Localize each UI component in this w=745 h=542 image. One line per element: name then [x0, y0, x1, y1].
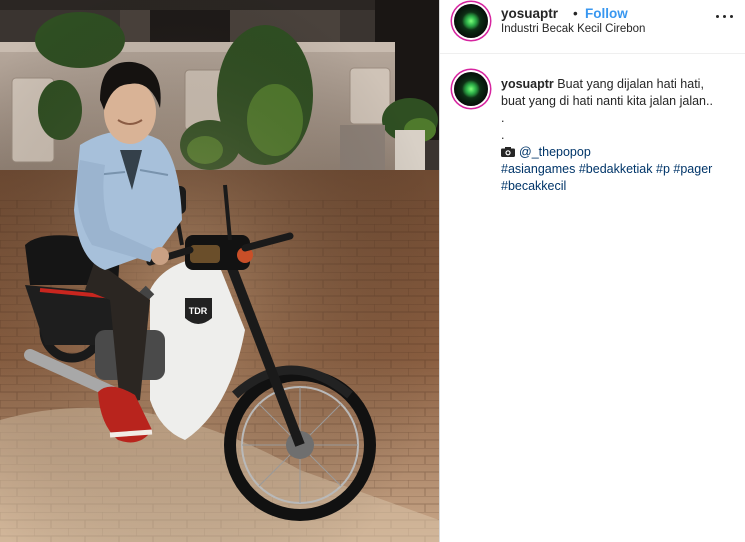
post-sidebar: yosuaptr • Follow Industri Becak Kecil C…: [439, 0, 745, 542]
post-header: yosuaptr • Follow Industri Becak Kecil C…: [440, 0, 745, 54]
avatar[interactable]: [454, 4, 488, 38]
hashtags-line-2: #becakkecil: [501, 178, 731, 195]
location-link[interactable]: Industri Becak Kecil Cirebon: [501, 23, 645, 35]
hashtag-link[interactable]: #bedakketiak: [579, 162, 653, 176]
caption-line-2: buat yang di hati nanti kita jalan jalan…: [501, 94, 713, 108]
avatar-image: [462, 80, 480, 98]
header-username-link[interactable]: yosuaptr: [501, 6, 558, 21]
more-options-icon[interactable]: [715, 10, 735, 24]
hashtags-line-1: #asiangames #bedakketiak #p #pager: [501, 161, 731, 178]
hashtag-link[interactable]: #p: [656, 162, 670, 176]
mention-link[interactable]: @_thepopop: [519, 145, 591, 159]
caption-dot-2: .: [501, 128, 505, 142]
tdr-badge: TDR: [189, 306, 208, 316]
hashtag-link[interactable]: #pager: [673, 162, 712, 176]
hashtag-link[interactable]: #asiangames: [501, 162, 575, 176]
follow-button[interactable]: Follow: [585, 6, 628, 21]
caption-dot-1: .: [501, 111, 505, 125]
avatar-image: [462, 12, 480, 30]
camera-icon: [501, 147, 515, 157]
caption-username-link[interactable]: yosuaptr: [501, 77, 554, 91]
post-photo[interactable]: TDR: [0, 0, 439, 542]
header-separator: •: [573, 6, 578, 21]
caption-avatar[interactable]: [454, 72, 488, 106]
caption-text: yosuaptr Buat yang dijalan hati hati, bu…: [501, 76, 731, 195]
instagram-post: TDR yosuaptr • Follow Industri Becak Kec…: [0, 0, 745, 542]
hashtag-link[interactable]: #becakkecil: [501, 179, 566, 193]
photo-illustration: TDR: [0, 0, 439, 542]
caption-line-1: Buat yang dijalan hati hati,: [557, 77, 704, 91]
